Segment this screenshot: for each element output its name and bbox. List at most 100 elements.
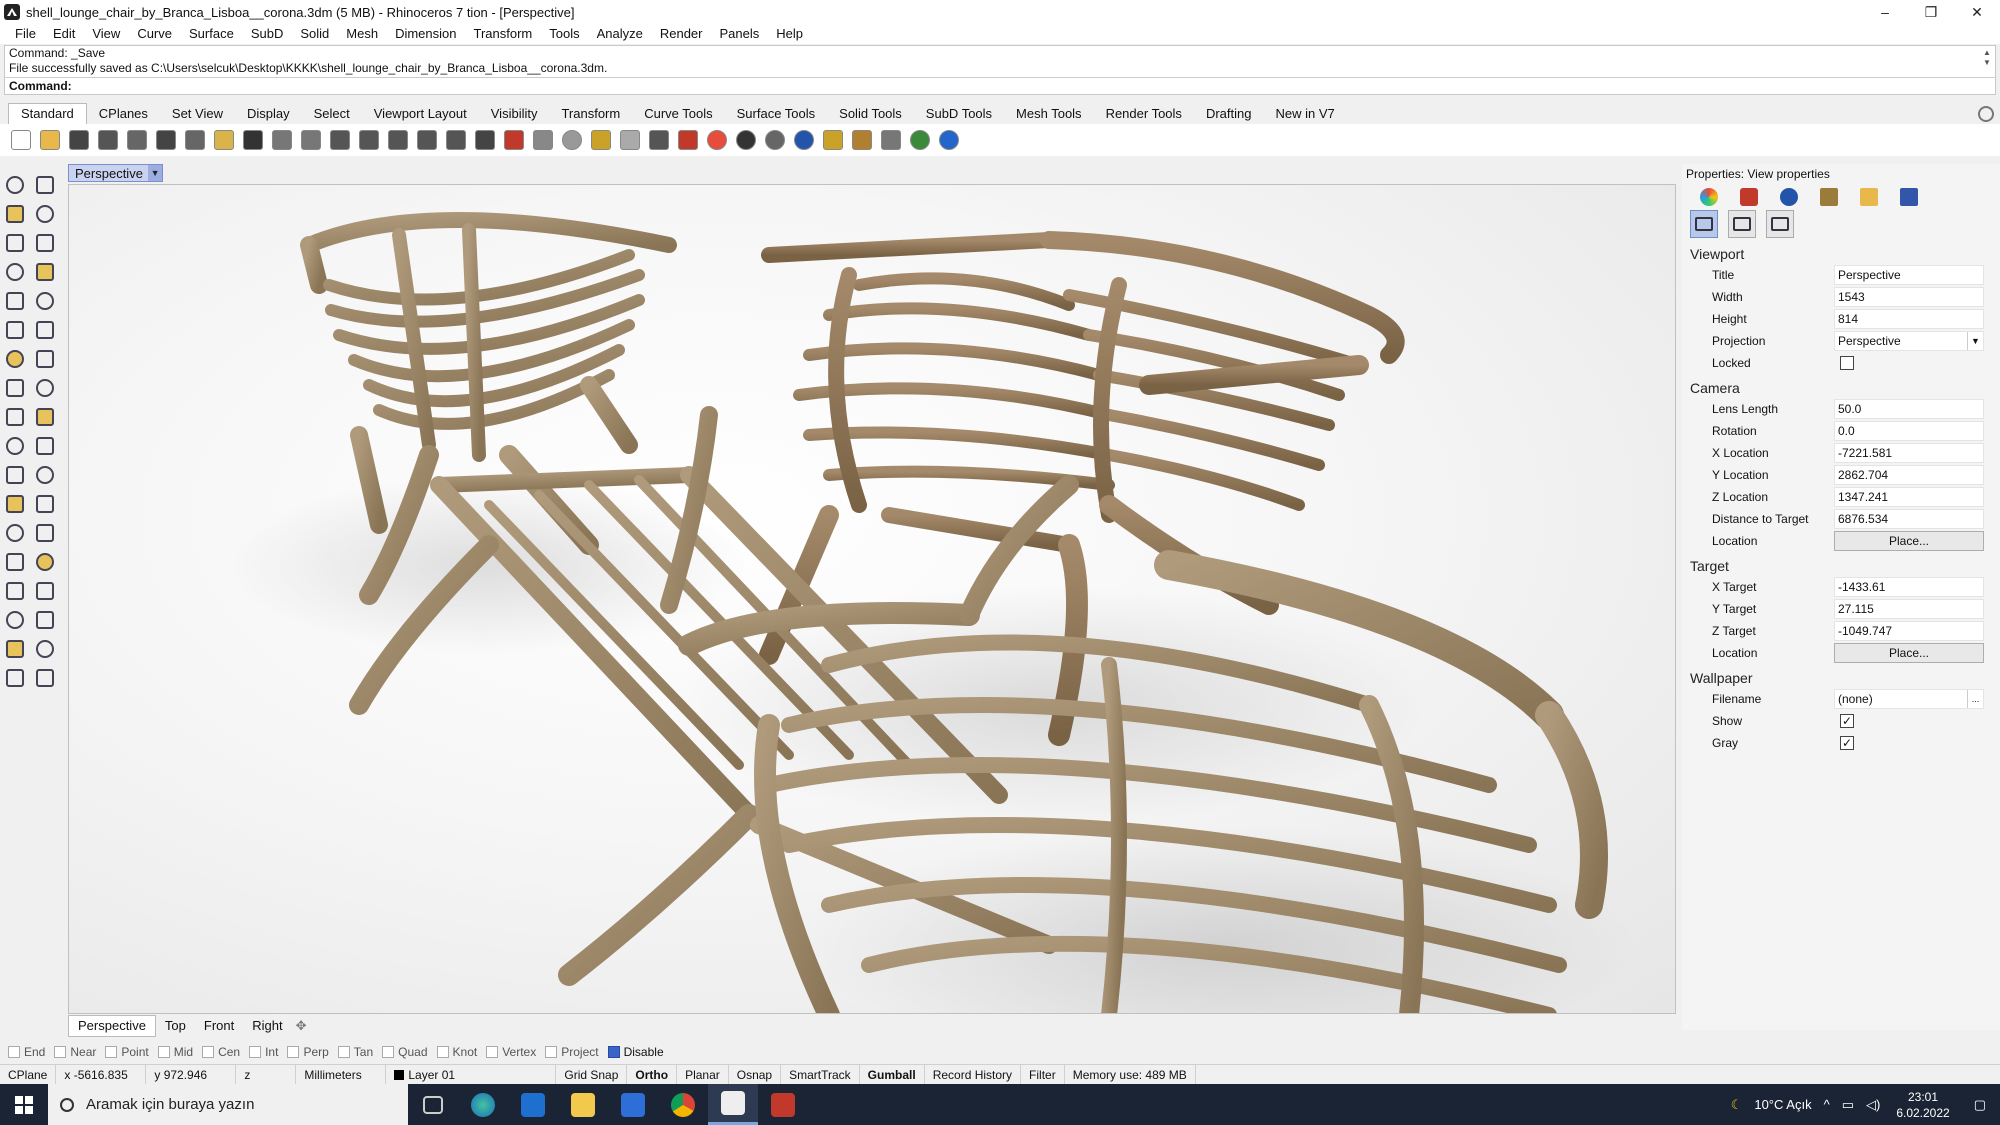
- x-target-field[interactable]: -1433.61: [1834, 577, 1984, 597]
- x-location-field[interactable]: -7221.581: [1834, 443, 1984, 463]
- close-button[interactable]: ✕: [1954, 0, 2000, 24]
- osnap-checkbox[interactable]: [8, 1046, 20, 1058]
- select-tool-button[interactable]: [2, 172, 28, 198]
- sphere-button[interactable]: [791, 127, 817, 153]
- rendered-button[interactable]: [762, 127, 788, 153]
- camera-icon[interactable]: [1690, 210, 1718, 238]
- pan-button[interactable]: [269, 127, 295, 153]
- projection-select[interactable]: Perspective ▼: [1834, 331, 1984, 351]
- osnap-checkbox[interactable]: [337, 1046, 350, 1058]
- menu-solid[interactable]: Solid: [291, 24, 337, 44]
- ellipse-tool-button[interactable]: [2, 288, 28, 314]
- tab-solid-tools[interactable]: Solid Tools: [827, 104, 914, 124]
- settings-button[interactable]: [849, 127, 875, 153]
- grid-button[interactable]: [878, 127, 904, 153]
- tab-mesh-tools[interactable]: Mesh Tools: [1004, 104, 1094, 124]
- z-target-field[interactable]: -1049.747: [1834, 621, 1984, 641]
- taskbar-mail[interactable]: [508, 1084, 558, 1125]
- mirror-tool-button[interactable]: [32, 491, 58, 517]
- brush-icon[interactable]: [1820, 188, 1838, 206]
- analyze-tool-button[interactable]: [2, 636, 28, 662]
- osnap-point[interactable]: Point: [105, 1045, 149, 1059]
- rotate-view-button[interactable]: [298, 127, 324, 153]
- polygon-tool-button[interactable]: [32, 259, 58, 285]
- tab-front[interactable]: Front: [195, 1016, 243, 1036]
- color-wheel-icon[interactable]: [1700, 188, 1718, 206]
- tab-curve-tools[interactable]: Curve Tools: [632, 104, 724, 124]
- z-location-field[interactable]: 1347.241: [1834, 487, 1984, 507]
- gray-checkbox[interactable]: ✓: [1840, 736, 1854, 750]
- copy-tool-button[interactable]: [32, 433, 58, 459]
- command-scroll-arrows[interactable]: ▲ ▼: [1981, 48, 1993, 68]
- boolean-tool-button[interactable]: [32, 346, 58, 372]
- folder-icon[interactable]: [1860, 188, 1878, 206]
- menu-file[interactable]: File: [6, 24, 44, 44]
- osnap-end[interactable]: End: [8, 1045, 45, 1059]
- menu-render[interactable]: Render: [651, 24, 711, 44]
- lens-length-field[interactable]: 50.0: [1834, 399, 1984, 419]
- taskbar-edge[interactable]: [458, 1084, 508, 1125]
- taskbar-app[interactable]: [758, 1084, 808, 1125]
- paste-button[interactable]: [211, 127, 237, 153]
- tab-surface-tools[interactable]: Surface Tools: [725, 104, 828, 124]
- osnap-project[interactable]: Project: [545, 1045, 599, 1059]
- add-viewport-icon[interactable]: ✥: [292, 1018, 307, 1034]
- menu-panels[interactable]: Panels: [710, 24, 767, 44]
- circle-tool-button[interactable]: [2, 230, 28, 256]
- osnap-checkbox[interactable]: [54, 1046, 67, 1058]
- osnap-checkbox[interactable]: [607, 1046, 620, 1058]
- material-button[interactable]: [675, 127, 701, 153]
- tab-set-view[interactable]: Set View: [160, 104, 235, 124]
- osnap-checkbox[interactable]: [382, 1046, 395, 1058]
- chevron-down-icon[interactable]: ▼: [1967, 332, 1983, 350]
- text-tool-button[interactable]: [2, 520, 28, 546]
- osnap-quad[interactable]: Quad: [382, 1045, 428, 1059]
- osnap-tan[interactable]: Tan: [337, 1045, 373, 1059]
- viewport-menu-dropdown-icon[interactable]: ▼: [148, 165, 162, 181]
- copy-button[interactable]: [182, 127, 208, 153]
- cut-button[interactable]: [153, 127, 179, 153]
- network-icon[interactable]: ▭: [1836, 1097, 1860, 1113]
- rectangle-tool-button[interactable]: [2, 259, 28, 285]
- viewport-title[interactable]: Perspective ▼: [68, 164, 163, 182]
- menu-help[interactable]: Help: [767, 24, 811, 44]
- tab-cplanes[interactable]: CPlanes: [87, 104, 160, 124]
- zoom-selected-button[interactable]: [414, 127, 440, 153]
- render-color-button[interactable]: [704, 127, 730, 153]
- point-tool-button[interactable]: [32, 172, 58, 198]
- print-button[interactable]: [95, 127, 121, 153]
- filter-button[interactable]: [820, 127, 846, 153]
- rotate-tool-button[interactable]: [2, 462, 28, 488]
- viewport-height-field[interactable]: 814: [1834, 309, 1984, 329]
- taskbar-rhino[interactable]: [708, 1084, 758, 1125]
- extrude-tool-button[interactable]: [32, 317, 58, 343]
- material-icon[interactable]: [1740, 188, 1758, 206]
- viewport-width-field[interactable]: 1543: [1834, 287, 1984, 307]
- open-button[interactable]: [37, 127, 63, 153]
- check-tool-button[interactable]: [32, 607, 58, 633]
- taskbar-chrome[interactable]: [658, 1084, 708, 1125]
- tab-render-tools[interactable]: Render Tools: [1094, 104, 1194, 124]
- distance-to-target-field[interactable]: 6876.534: [1834, 509, 1984, 529]
- tab-perspective[interactable]: Perspective: [68, 1015, 156, 1037]
- volume-icon[interactable]: ◁): [1860, 1097, 1886, 1113]
- osnap-disable[interactable]: Disable: [607, 1045, 664, 1059]
- restore-button[interactable]: ❐: [1908, 0, 1954, 24]
- osnap-perp[interactable]: Perp: [287, 1045, 329, 1059]
- tab-drafting[interactable]: Drafting: [1194, 104, 1264, 124]
- tab-display[interactable]: Display: [235, 104, 302, 124]
- layer-indicator[interactable]: Layer 01: [386, 1064, 557, 1085]
- array-tool-button[interactable]: [2, 491, 28, 517]
- zoom-window-button[interactable]: [356, 127, 382, 153]
- osnap-checkbox[interactable]: [249, 1046, 262, 1058]
- tray-overflow-icon[interactable]: ^: [1818, 1097, 1836, 1112]
- taskbar-calculator[interactable]: [608, 1084, 658, 1125]
- locked-checkbox[interactable]: [1840, 356, 1854, 370]
- osnap-checkbox[interactable]: [105, 1046, 118, 1058]
- task-view-button[interactable]: [408, 1084, 458, 1125]
- mesh-tool-button[interactable]: [2, 404, 28, 430]
- tab-select[interactable]: Select: [302, 104, 362, 124]
- menu-mesh[interactable]: Mesh: [337, 24, 386, 44]
- menu-edit[interactable]: Edit: [44, 24, 83, 44]
- tab-standard[interactable]: Standard: [8, 103, 87, 124]
